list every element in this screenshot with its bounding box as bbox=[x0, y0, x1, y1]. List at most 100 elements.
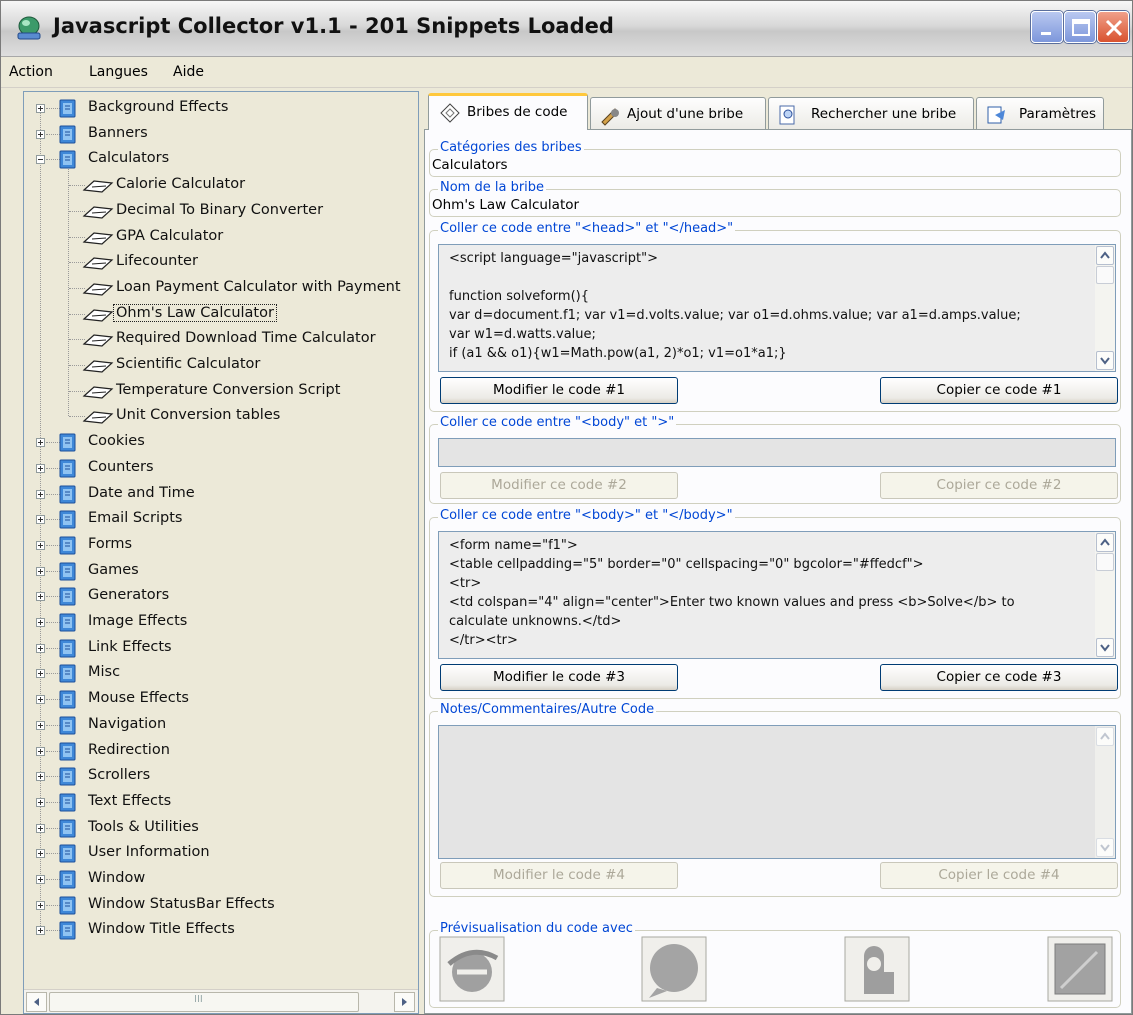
tree-item[interactable]: Temperature Conversion Script bbox=[24, 379, 418, 403]
collapse-icon[interactable] bbox=[36, 155, 45, 165]
code1-textarea[interactable]: <script language="javascript"> function … bbox=[438, 244, 1116, 372]
tree-category[interactable]: Banners bbox=[24, 122, 418, 146]
arrow-left-icon bbox=[34, 998, 39, 1006]
expand-icon[interactable] bbox=[36, 746, 45, 756]
notes-textarea[interactable] bbox=[438, 725, 1116, 859]
expand-icon[interactable] bbox=[36, 515, 45, 525]
tree-item[interactable]: Scientific Calculator bbox=[24, 353, 418, 377]
tree-category[interactable]: Scrollers bbox=[24, 764, 418, 788]
copy-code1-button[interactable]: Copier ce code #1 bbox=[880, 377, 1118, 404]
expand-icon[interactable] bbox=[36, 875, 45, 884]
expand-icon[interactable] bbox=[36, 669, 45, 679]
tree-item[interactable]: GPA Calculator bbox=[24, 225, 418, 249]
tree-category[interactable]: Background Effects bbox=[24, 96, 418, 120]
tree-item[interactable]: Unit Conversion tables bbox=[24, 404, 418, 428]
notes-scrollbar[interactable] bbox=[1095, 726, 1115, 858]
tree-category[interactable]: Games bbox=[24, 559, 418, 583]
tree-category[interactable]: Misc bbox=[24, 661, 418, 685]
expand-icon[interactable] bbox=[36, 592, 45, 602]
expand-icon[interactable] bbox=[36, 438, 45, 448]
code3-textarea[interactable]: <form name="f1"> <table cellpadding="5" … bbox=[438, 531, 1116, 659]
expand-icon[interactable] bbox=[36, 849, 45, 859]
expand-icon[interactable] bbox=[36, 129, 45, 139]
scroll-up-button[interactable] bbox=[1096, 246, 1114, 265]
code3-scrollbar[interactable] bbox=[1095, 532, 1115, 658]
tree-category[interactable]: Calculators bbox=[24, 147, 418, 171]
scroll-up-button[interactable] bbox=[1096, 533, 1114, 552]
horizontal-scrollbar[interactable]: III bbox=[24, 989, 418, 1013]
opera-icon[interactable] bbox=[844, 936, 910, 1002]
tree-category[interactable]: Date and Time bbox=[24, 482, 418, 506]
code1-scrollbar[interactable] bbox=[1095, 245, 1115, 371]
tree-item[interactable]: Ohm's Law Calculator bbox=[24, 302, 418, 326]
tab-parametres[interactable]: Paramètres bbox=[976, 97, 1104, 129]
tree-category[interactable]: Link Effects bbox=[24, 636, 418, 660]
expand-icon[interactable] bbox=[36, 489, 45, 499]
menu-langues[interactable]: Langues bbox=[89, 64, 148, 80]
expand-icon[interactable] bbox=[36, 618, 45, 627]
expand-icon[interactable] bbox=[36, 566, 45, 576]
tab-ajout-bribe[interactable]: Ajout d'une bribe bbox=[590, 97, 766, 129]
expand-icon[interactable] bbox=[36, 900, 45, 910]
tree-category[interactable]: Text Effects bbox=[24, 790, 418, 814]
menu-action[interactable]: Action bbox=[9, 64, 53, 80]
tree-item[interactable]: Calorie Calculator bbox=[24, 173, 418, 197]
tree-item[interactable]: Required Download Time Calculator bbox=[24, 327, 418, 351]
close-button[interactable] bbox=[1097, 11, 1129, 43]
expand-icon[interactable] bbox=[36, 463, 45, 473]
expand-icon[interactable] bbox=[36, 797, 45, 807]
scroll-thumb[interactable] bbox=[1096, 553, 1114, 571]
tab-bribes-de-code[interactable]: Bribes de code bbox=[428, 93, 588, 130]
scroll-up-button[interactable] bbox=[1096, 727, 1114, 746]
expand-icon[interactable] bbox=[36, 772, 45, 782]
scroll-down-button[interactable] bbox=[1096, 838, 1114, 857]
tree-category[interactable]: Window Title Effects bbox=[24, 918, 418, 942]
tree-category[interactable]: Mouse Effects bbox=[24, 687, 418, 711]
tree-item[interactable]: Decimal To Binary Converter bbox=[24, 199, 418, 223]
tab-rechercher-bribe[interactable]: Rechercher une bribe bbox=[768, 97, 974, 129]
copy-code2-button[interactable]: Copier ce code #2 bbox=[880, 472, 1118, 499]
internet-explorer-icon[interactable] bbox=[439, 936, 505, 1002]
title-bar[interactable]: Javascript Collector v1.1 - 201 Snippets… bbox=[1, 1, 1132, 57]
edit-code2-button[interactable]: Modifier ce code #2 bbox=[440, 472, 678, 499]
tree-category[interactable]: Window StatusBar Effects bbox=[24, 893, 418, 917]
tree-category[interactable]: Redirection bbox=[24, 739, 418, 763]
snippet-tree[interactable]: Background Effects Banners Calculators Calo… bbox=[23, 91, 419, 1014]
tree-category[interactable]: Cookies bbox=[24, 430, 418, 454]
scroll-down-button[interactable] bbox=[1096, 351, 1114, 370]
expand-icon[interactable] bbox=[36, 926, 45, 936]
expand-icon[interactable] bbox=[36, 823, 45, 833]
tree-category[interactable]: Image Effects bbox=[24, 610, 418, 634]
tree-category[interactable]: User Information bbox=[24, 841, 418, 865]
tree-category[interactable]: Forms bbox=[24, 533, 418, 557]
maximize-button[interactable] bbox=[1064, 11, 1096, 43]
tree-category[interactable]: Generators bbox=[24, 584, 418, 608]
scroll-thumb[interactable]: III bbox=[49, 992, 359, 1012]
copy-code4-button[interactable]: Copier le code #4 bbox=[880, 862, 1118, 889]
edit-code4-button[interactable]: Modifier le code #4 bbox=[440, 862, 678, 889]
scroll-down-button[interactable] bbox=[1096, 638, 1114, 657]
expand-icon[interactable] bbox=[36, 695, 45, 705]
expand-icon[interactable] bbox=[36, 720, 45, 730]
tree-item[interactable]: Lifecounter bbox=[24, 250, 418, 274]
scroll-thumb[interactable] bbox=[1096, 266, 1114, 284]
scroll-left-button[interactable] bbox=[26, 992, 47, 1012]
copy-code3-button[interactable]: Copier ce code #3 bbox=[880, 664, 1118, 691]
expand-icon[interactable] bbox=[36, 104, 45, 113]
menu-aide[interactable]: Aide bbox=[173, 64, 204, 80]
expand-icon[interactable] bbox=[36, 540, 45, 550]
tree-category[interactable]: Counters bbox=[24, 456, 418, 480]
netscape-icon[interactable] bbox=[641, 936, 707, 1002]
tree-item[interactable]: Loan Payment Calculator with Payment bbox=[24, 276, 418, 300]
tree-category[interactable]: Navigation bbox=[24, 713, 418, 737]
tree-category[interactable]: Email Scripts bbox=[24, 507, 418, 531]
edit-code1-button[interactable]: Modifier le code #1 bbox=[440, 377, 678, 404]
code2-textarea[interactable] bbox=[438, 438, 1116, 467]
scroll-right-button[interactable] bbox=[394, 992, 415, 1012]
edit-code3-button[interactable]: Modifier le code #3 bbox=[440, 664, 678, 691]
minimize-button[interactable] bbox=[1031, 11, 1063, 43]
generic-browser-icon[interactable] bbox=[1047, 936, 1113, 1002]
tree-category[interactable]: Tools & Utilities bbox=[24, 816, 418, 840]
expand-icon[interactable] bbox=[36, 643, 45, 653]
tree-category[interactable]: Window bbox=[24, 867, 418, 891]
